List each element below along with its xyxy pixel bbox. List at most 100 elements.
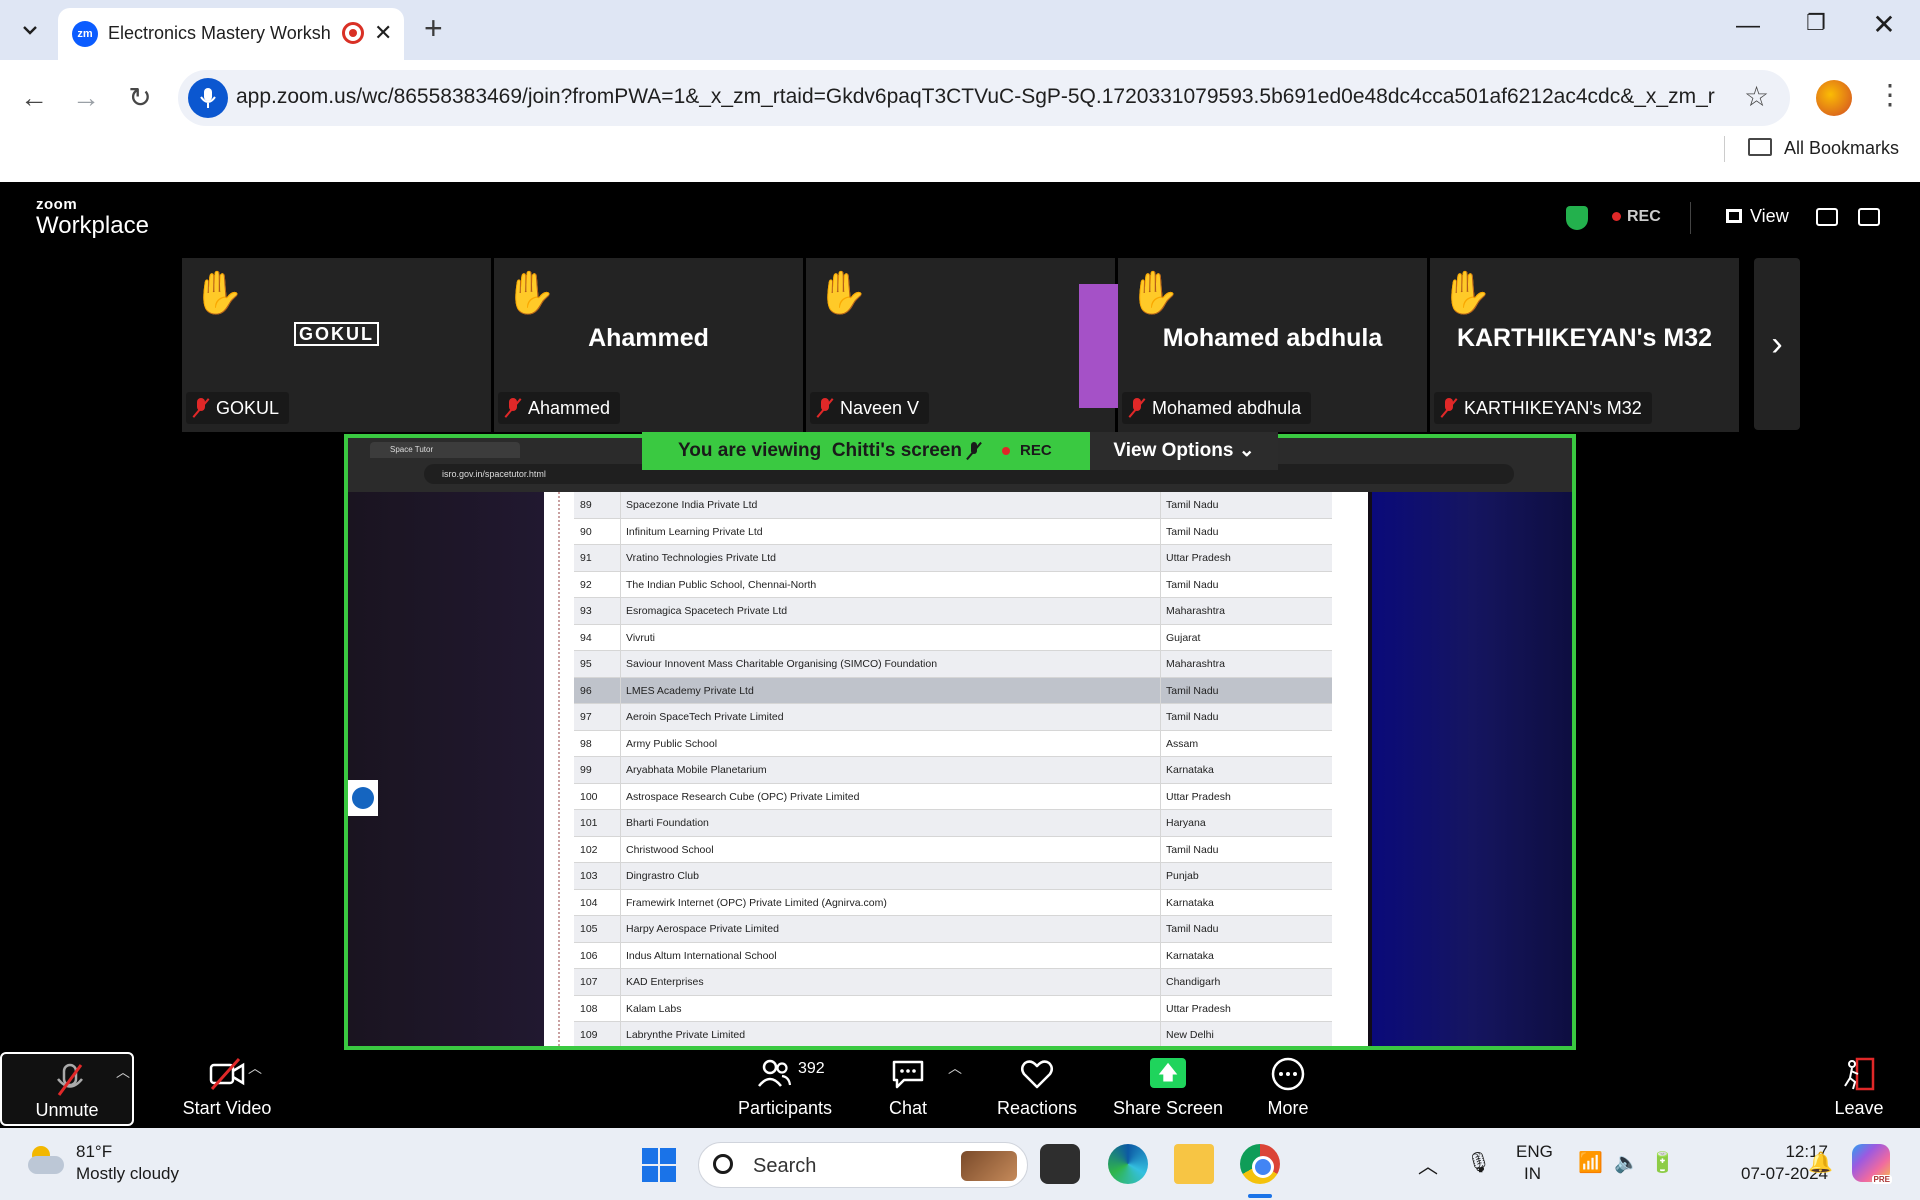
shared-right-panel xyxy=(1372,492,1572,1046)
shared-screen[interactable]: Space Tutor isro.gov.in/spacetutor.html … xyxy=(344,434,1576,1050)
participant-tile[interactable]: ✋ Mohamed abdhula Mohamed abdhula xyxy=(1118,258,1427,432)
row-number: 96 xyxy=(580,684,592,697)
view-button[interactable]: View xyxy=(1726,206,1789,227)
wifi-icon[interactable]: 📶 xyxy=(1578,1150,1603,1175)
browser-toolbar: ← → ↻ app.zoom.us/wc/86558383469/join?fr… xyxy=(0,60,1920,188)
participant-name-tag: Mohamed abdhula xyxy=(1122,392,1312,424)
table-row: 94 Vivruti Gujarat xyxy=(574,624,1332,651)
shared-document: 89 Spacezone India Private Ltd Tamil Nadu 9… xyxy=(544,492,1368,1046)
copilot-icon[interactable]: PRE xyxy=(1852,1144,1892,1184)
organization-name: The Indian Public School, Chennai-North xyxy=(626,578,817,591)
zoom-header: zoom Workplace REC View xyxy=(0,182,1920,254)
language-code[interactable]: ENG xyxy=(1516,1142,1553,1162)
share-screen-button[interactable]: 🡅 Share Screen xyxy=(1100,1050,1236,1128)
organization-name: Aeroin SpaceTech Private Limited xyxy=(626,711,784,723)
edge-browser-icon[interactable] xyxy=(1108,1144,1148,1184)
row-number: 103 xyxy=(580,870,598,882)
unmute-button[interactable]: ︿ Unmute xyxy=(0,1052,134,1126)
muted-mic-icon xyxy=(818,398,832,418)
participant-tile[interactable]: ✋ Ahammed Ahammed xyxy=(494,258,803,432)
pip-icon[interactable] xyxy=(1816,208,1838,226)
participant-tile[interactable]: ✋ KARTHIKEYAN's M32 KARTHIKEYAN's M32 xyxy=(1430,258,1739,432)
organization-state: Uttar Pradesh xyxy=(1166,1002,1231,1015)
view-options-button[interactable]: View Options ⌄ xyxy=(1090,432,1278,470)
tab-close-icon[interactable]: ✕ xyxy=(374,20,392,46)
table-row: 97 Aeroin SpaceTech Private Limited Tamil … xyxy=(574,704,1332,731)
file-explorer-icon[interactable] xyxy=(1174,1144,1214,1184)
video-options-caret[interactable]: ︿ xyxy=(248,1058,262,1078)
row-number: 106 xyxy=(580,949,598,962)
more-button[interactable]: More xyxy=(1250,1050,1326,1128)
row-number: 91 xyxy=(580,552,592,564)
restore-button[interactable]: ❐ xyxy=(1796,10,1836,36)
reload-button[interactable]: ↻ xyxy=(122,80,158,116)
organization-name: Vratino Technologies Private Ltd xyxy=(626,552,777,564)
table-row: 98 Army Public School Assam xyxy=(574,730,1332,757)
language-region[interactable]: IN xyxy=(1524,1164,1541,1184)
start-video-button[interactable]: Start Video xyxy=(150,1050,304,1128)
task-view-icon[interactable] xyxy=(1040,1144,1080,1184)
accessibility-icon[interactable] xyxy=(348,780,378,816)
chat-button[interactable]: Chat xyxy=(868,1050,948,1128)
forward-button[interactable]: → xyxy=(68,80,104,116)
address-bar[interactable]: app.zoom.us/wc/86558383469/join?fromPWA=… xyxy=(178,70,1790,126)
grid-icon xyxy=(1726,209,1742,223)
organization-name: Labrynthe Private Limited xyxy=(626,1029,746,1041)
participant-name-tag: GOKUL xyxy=(186,392,290,424)
view-label: View xyxy=(1750,206,1789,226)
browser-tab-active[interactable]: zm Electronics Mastery Worksh ✕ xyxy=(58,8,404,60)
volume-icon[interactable]: 🔈 xyxy=(1614,1150,1639,1175)
organization-state: Uttar Pradesh xyxy=(1166,790,1231,803)
weather-temperature[interactable]: 81°F xyxy=(76,1142,112,1162)
battery-icon[interactable]: 🔋 xyxy=(1650,1150,1675,1175)
row-number: 109 xyxy=(580,1029,598,1041)
fullscreen-icon[interactable] xyxy=(1858,208,1880,226)
show-hidden-icons-chevron-icon[interactable]: ︿ xyxy=(1418,1150,1438,1179)
participant-display-name: GOKUL xyxy=(182,322,491,346)
reactions-button[interactable]: Reactions xyxy=(982,1050,1092,1128)
table-row: 96 LMES Academy Private Ltd Tamil Nadu xyxy=(574,677,1332,704)
table-row: 107 KAD Enterprises Chandigarh xyxy=(574,969,1332,996)
audio-options-caret[interactable]: ︿ xyxy=(116,1062,130,1082)
organization-state: Tamil Nadu xyxy=(1166,499,1219,511)
row-number: 93 xyxy=(580,605,592,617)
new-tab-button[interactable]: + xyxy=(424,12,443,44)
organization-state: Maharashtra xyxy=(1166,605,1225,617)
recording-badge[interactable]: REC xyxy=(1612,208,1661,226)
chrome-browser-icon[interactable] xyxy=(1240,1144,1280,1184)
minimize-button[interactable]: — xyxy=(1728,12,1768,40)
organization-name: Army Public School xyxy=(626,737,718,750)
participant-tile[interactable]: ✋ GOKUL GOKUL xyxy=(182,258,491,432)
weather-description[interactable]: Mostly cloudy xyxy=(76,1164,179,1184)
table-row: 99 Aryabhata Mobile Planetarium Karnataka xyxy=(574,757,1332,784)
rec-dot-icon xyxy=(1612,212,1621,221)
windows-start-icon[interactable] xyxy=(642,1148,676,1182)
browser-menu-icon[interactable]: ⋮ xyxy=(1876,78,1904,111)
leave-button[interactable]: Leave xyxy=(1826,1050,1892,1128)
notification-bell-icon[interactable]: 🔔 xyxy=(1808,1150,1833,1175)
bookmark-star-icon[interactable]: ☆ xyxy=(1744,80,1769,113)
url-text[interactable]: app.zoom.us/wc/86558383469/join?fromPWA=… xyxy=(236,85,1716,109)
tab-search-button[interactable] xyxy=(14,14,46,46)
leave-door-icon xyxy=(1844,1057,1875,1091)
participant-tile[interactable]: ✋ N Naveen V xyxy=(806,258,1203,432)
row-number: 97 xyxy=(580,711,592,723)
window-close-button[interactable]: ✕ xyxy=(1864,8,1904,41)
microphone-tray-icon[interactable]: 🎙 xyxy=(1466,1150,1491,1175)
microphone-icon[interactable] xyxy=(188,78,228,118)
all-bookmarks-link[interactable]: All Bookmarks xyxy=(1784,138,1899,159)
encryption-shield-icon[interactable] xyxy=(1566,206,1588,230)
participants-button[interactable]: 392 Participants xyxy=(730,1050,840,1128)
weather-cloudy-icon[interactable] xyxy=(28,1146,66,1174)
zoom-logo-small: zoom xyxy=(36,196,78,213)
back-button[interactable]: ← xyxy=(16,80,52,116)
chat-options-caret[interactable]: ︿ xyxy=(948,1058,962,1078)
participant-name-tag: Ahammed xyxy=(498,392,621,424)
next-page-chevron-icon[interactable]: › xyxy=(1754,258,1800,430)
participant-display-name: Mohamed abdhula xyxy=(1162,324,1383,352)
muted-mic-icon xyxy=(1130,398,1144,418)
taskbar-search-box[interactable]: Search xyxy=(698,1142,1028,1188)
table-row: 93 Esromagica Spacetech Private Ltd Mahara… xyxy=(574,598,1332,625)
profile-avatar[interactable] xyxy=(1816,80,1852,116)
zoom-logo-workplace: Workplace xyxy=(36,212,149,239)
